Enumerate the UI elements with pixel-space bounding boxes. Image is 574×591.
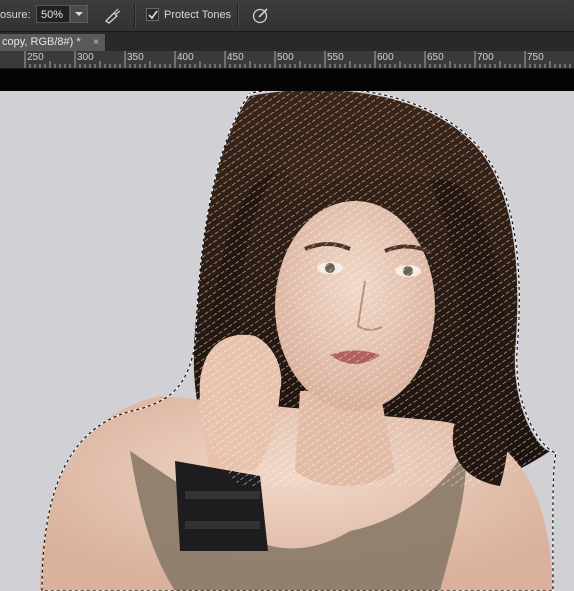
exposure-dropdown-button[interactable] [70, 5, 88, 23]
airbrush-icon [104, 8, 121, 24]
toolbar-separator [134, 3, 136, 27]
options-bar: osure: 50% Protect Tones [0, 0, 574, 32]
selection-hatch [193, 91, 550, 487]
checkmark-icon [148, 10, 158, 20]
ruler-label: 400 [177, 52, 194, 63]
photo-illustration [40, 91, 557, 591]
tablet-pressure-button[interactable] [250, 5, 272, 25]
chevron-down-icon [75, 12, 83, 16]
protect-tones-label: Protect Tones [164, 9, 232, 21]
airbrush-toggle-button[interactable] [102, 5, 124, 25]
pasteboard [0, 69, 574, 91]
ruler-label: 550 [327, 52, 344, 63]
exposure-label: osure: [0, 9, 31, 21]
document-tab-title: copy, RGB/8#) * [2, 36, 81, 48]
ruler-label: 500 [277, 52, 294, 63]
horizontal-ruler: 250 300 350 400 450 500 550 600 650 700 … [0, 51, 574, 69]
ruler-label: 700 [477, 52, 494, 63]
document-canvas[interactable] [0, 91, 574, 591]
ruler-label: 600 [377, 52, 394, 63]
ruler-label: 450 [227, 52, 244, 63]
pressure-pen-icon [252, 8, 268, 24]
protect-tones-checkbox[interactable] [146, 8, 159, 21]
ruler-label: 750 [527, 52, 544, 63]
document-tab-bar: copy, RGB/8#) * × [0, 32, 574, 51]
ruler-label: 350 [127, 52, 144, 63]
ruler-label: 650 [427, 52, 444, 63]
ruler-label: 250 [27, 52, 44, 63]
close-icon[interactable]: × [93, 34, 99, 51]
toolbar-separator [237, 3, 239, 27]
document-tab[interactable]: copy, RGB/8#) * × [0, 34, 106, 51]
ruler-label: 300 [77, 52, 94, 63]
exposure-input[interactable]: 50% [36, 5, 70, 23]
